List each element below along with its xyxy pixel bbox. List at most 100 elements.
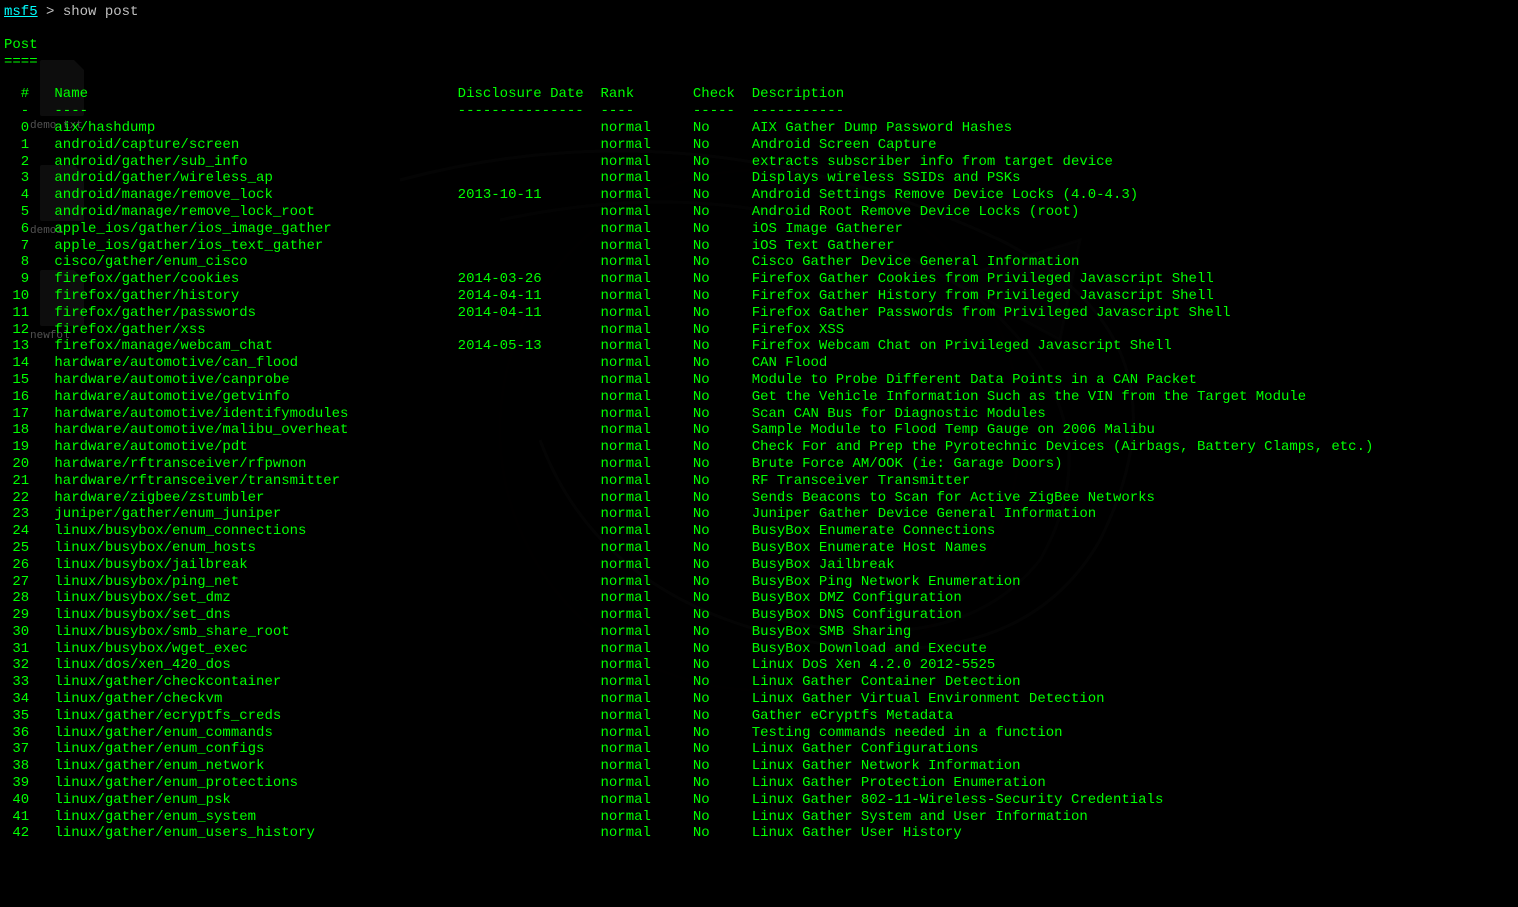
cell-desc: BusyBox Jailbreak [752,557,895,574]
cell-desc: Linux DoS Xen 4.2.0 2012-5525 [752,657,996,674]
cell-idx: 31 [4,641,29,658]
cell-name: juniper/gather/enum_juniper [29,506,457,523]
cell-rank: normal [600,271,692,288]
cell-check: No [693,657,752,674]
cell-check: No [693,809,752,826]
cell-name: linux/busybox/enum_hosts [29,540,457,557]
cell-name: linux/busybox/wget_exec [29,641,457,658]
cell-idx: 23 [4,506,29,523]
cell-desc: Get the Vehicle Information Such as the … [752,389,1307,406]
cell-rank: normal [600,254,692,271]
cell-desc: Linux Gather System and User Information [752,809,1088,826]
cell-idx: 29 [4,607,29,624]
cell-rank: normal [600,741,692,758]
table-row: 28linux/busybox/set_dmznormalNoBusyBox D… [4,590,1514,607]
cell-desc: Linux Gather Container Detection [752,674,1021,691]
cell-check: No [693,792,752,809]
cell-idx: 26 [4,557,29,574]
cell-desc: Firefox Gather Cookies from Privileged J… [752,271,1214,288]
cell-rank: normal [600,641,692,658]
table-row: 0aix/hashdumpnormalNoAIX Gather Dump Pas… [4,120,1514,137]
cell-name: linux/busybox/set_dns [29,607,457,624]
cell-name: linux/gather/enum_users_history [29,825,457,842]
cell-check: No [693,523,752,540]
cell-desc: Testing commands needed in a function [752,725,1063,742]
cell-rank: normal [600,557,692,574]
cell-check: No [693,137,752,154]
cell-rank: normal [600,406,692,423]
cell-desc: iOS Text Gatherer [752,238,895,255]
cell-check: No [693,338,752,355]
cell-idx: 8 [4,254,29,271]
cell-idx: 6 [4,221,29,238]
cell-name: linux/gather/enum_configs [29,741,457,758]
cell-desc: Linux Gather User History [752,825,962,842]
table-row: 7apple_ios/gather/ios_text_gathernormalN… [4,238,1514,255]
cell-desc: Linux Gather Protection Enumeration [752,775,1046,792]
cell-name: apple_ios/gather/ios_text_gather [29,238,457,255]
cell-idx: 20 [4,456,29,473]
table-row: 4android/manage/remove_lock2013-10-11nor… [4,187,1514,204]
cell-rank: normal [600,389,692,406]
cell-rank: normal [600,456,692,473]
cell-check: No [693,641,752,658]
cell-name: linux/busybox/jailbreak [29,557,457,574]
cell-check: No [693,674,752,691]
cell-name: hardware/rftransceiver/rfpwnon [29,456,457,473]
cell-check: No [693,825,752,842]
cell-rank: normal [600,187,692,204]
cell-date: 2014-04-11 [458,305,601,322]
cell-check: No [693,574,752,591]
cell-check: No [693,422,752,439]
cell-idx: 37 [4,741,29,758]
table-header: #NameDisclosure DateRankCheckDescription [4,86,1514,103]
cell-check: No [693,691,752,708]
cell-rank: normal [600,624,692,641]
cell-name: linux/gather/ecryptfs_creds [29,708,457,725]
cell-name: linux/busybox/ping_net [29,574,457,591]
cell-check: No [693,221,752,238]
terminal-content[interactable]: msf5 > show post Post ==== #NameDisclosu… [4,4,1514,842]
cell-desc: BusyBox DMZ Configuration [752,590,962,607]
cell-idx: 1 [4,137,29,154]
cell-name: firefox/manage/webcam_chat [29,338,457,355]
cell-idx: 42 [4,825,29,842]
cell-name: hardware/automotive/can_flood [29,355,457,372]
table-row: 34linux/gather/checkvmnormalNoLinux Gath… [4,691,1514,708]
cell-check: No [693,372,752,389]
cell-idx: 34 [4,691,29,708]
cell-idx: 24 [4,523,29,540]
table-row: 38linux/gather/enum_networknormalNoLinux… [4,758,1514,775]
cell-rank: normal [600,490,692,507]
cell-idx: 32 [4,657,29,674]
table-row: 23juniper/gather/enum_junipernormalNoJun… [4,506,1514,523]
col-check: Check [693,86,752,103]
table-row: 6apple_ios/gather/ios_image_gathernormal… [4,221,1514,238]
cell-desc: Android Root Remove Device Locks (root) [752,204,1080,221]
cell-check: No [693,322,752,339]
cell-idx: 5 [4,204,29,221]
cell-name: linux/busybox/set_dmz [29,590,457,607]
cell-rank: normal [600,674,692,691]
cell-desc: Firefox XSS [752,322,844,339]
cell-desc: CAN Flood [752,355,828,372]
table-row: 20hardware/rftransceiver/rfpwnonnormalNo… [4,456,1514,473]
cell-check: No [693,238,752,255]
cell-idx: 33 [4,674,29,691]
table-row: 15hardware/automotive/canprobenormalNoMo… [4,372,1514,389]
cell-name: linux/gather/enum_protections [29,775,457,792]
cell-rank: normal [600,809,692,826]
cell-idx: 22 [4,490,29,507]
table-row: 5android/manage/remove_lock_rootnormalNo… [4,204,1514,221]
cell-rank: normal [600,506,692,523]
col-date: Disclosure Date [458,86,601,103]
cell-desc: Linux Gather 802-11-Wireless-Security Cr… [752,792,1164,809]
cell-desc: Linux Gather Network Information [752,758,1021,775]
table-body: 0aix/hashdumpnormalNoAIX Gather Dump Pas… [4,120,1514,842]
cell-desc: Module to Probe Different Data Points in… [752,372,1197,389]
cell-idx: 28 [4,590,29,607]
prompt-line[interactable]: msf5 > show post [4,4,1514,21]
cell-desc: iOS Image Gatherer [752,221,903,238]
cell-idx: 25 [4,540,29,557]
cell-desc: Sends Beacons to Scan for Active ZigBee … [752,490,1155,507]
